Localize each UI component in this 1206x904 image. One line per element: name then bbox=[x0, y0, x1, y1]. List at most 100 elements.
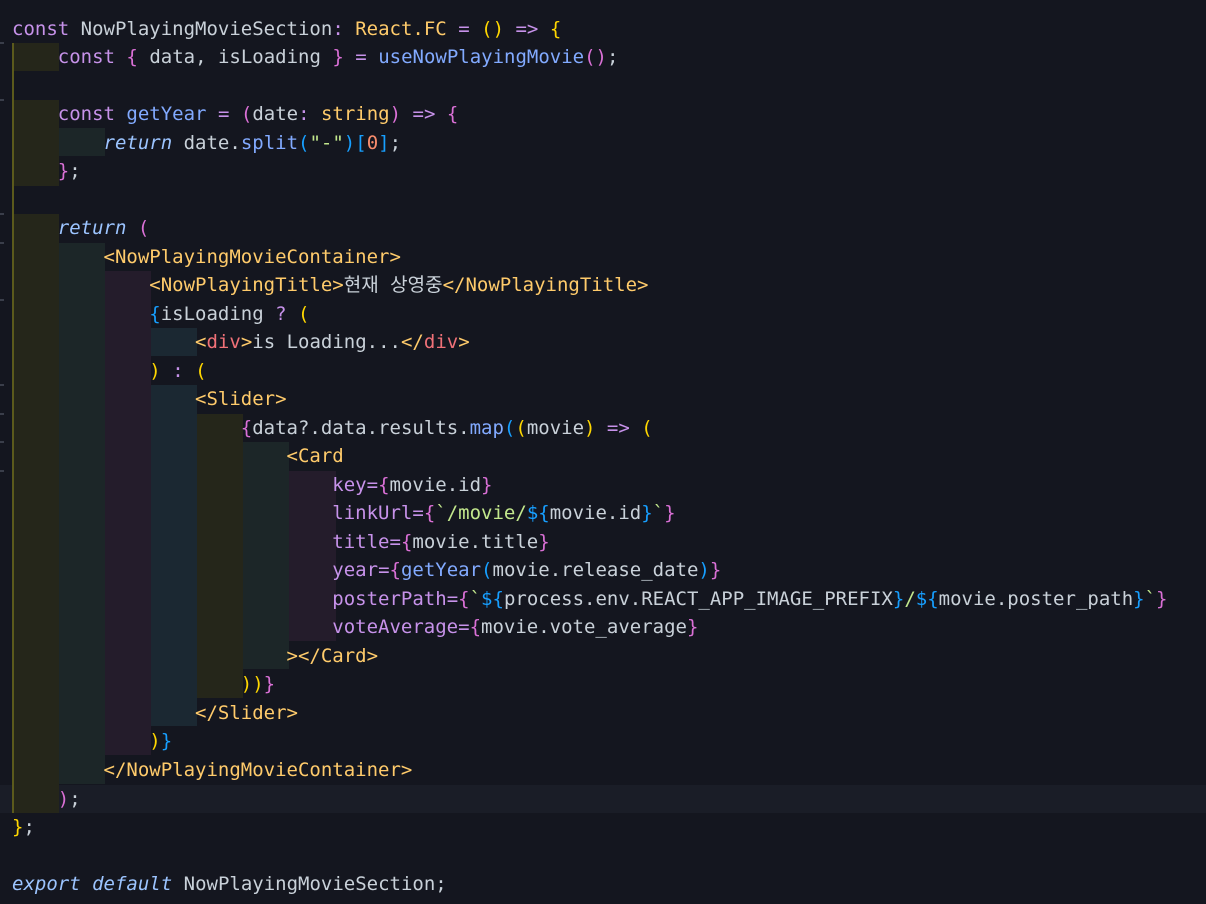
token: { bbox=[400, 531, 413, 553]
code-line-17[interactable]: key={movie.id} bbox=[12, 471, 492, 500]
token: = bbox=[366, 474, 379, 496]
code-line-16[interactable]: <Card bbox=[12, 442, 344, 471]
token: { bbox=[423, 502, 436, 524]
code-line-28[interactable]: ); bbox=[12, 785, 81, 814]
code-line-13[interactable]: ) : ( bbox=[12, 357, 206, 386]
fold-marker[interactable] bbox=[0, 470, 4, 472]
code-editor[interactable]: const NowPlayingMovieSection: React.FC =… bbox=[0, 0, 1206, 904]
token: { bbox=[389, 559, 401, 581]
token: } bbox=[892, 588, 905, 610]
token: } bbox=[1156, 588, 1168, 610]
token: ( bbox=[481, 559, 493, 581]
token: )) bbox=[240, 673, 264, 695]
token: NowPlayingMovieSection bbox=[80, 18, 333, 40]
token: <NowPlayingMovieContainer> bbox=[103, 246, 401, 268]
code-line-19[interactable]: title={movie.title} bbox=[12, 528, 549, 557]
token: { bbox=[549, 18, 562, 40]
token: { bbox=[458, 588, 470, 610]
token: = bbox=[446, 588, 459, 610]
code-line-31[interactable]: export default NowPlayingMovieSection; bbox=[12, 870, 447, 899]
code-line-25[interactable]: </Slider> bbox=[12, 699, 298, 728]
code-line-14[interactable]: <Slider> bbox=[12, 385, 287, 414]
fold-marker[interactable] bbox=[0, 299, 4, 301]
token: ; bbox=[435, 873, 447, 895]
token: data, isLoading bbox=[149, 46, 321, 68]
code-line-24[interactable]: ))} bbox=[12, 670, 275, 699]
token: ) bbox=[492, 18, 505, 40]
token: } bbox=[641, 502, 653, 524]
fold-marker[interactable] bbox=[0, 413, 4, 415]
token: useNowPlayingMovie bbox=[378, 46, 585, 68]
token: 현재 상영중 bbox=[343, 274, 443, 296]
code-line-11[interactable]: {isLoading ? ( bbox=[12, 300, 310, 329]
code-line-20[interactable]: year={getYear(movie.release_date)} bbox=[12, 556, 721, 585]
token: title bbox=[332, 531, 390, 553]
token: </ bbox=[400, 331, 424, 353]
code-line-21[interactable]: posterPath={`${process.env.REACT_APP_IMA… bbox=[12, 585, 1168, 614]
token: ` bbox=[1144, 588, 1157, 610]
fold-marker[interactable] bbox=[0, 384, 4, 386]
token: <NowPlayingTitle> bbox=[149, 274, 344, 296]
code-line-27[interactable]: </NowPlayingMovieContainer> bbox=[12, 756, 413, 785]
code-line-1[interactable]: const NowPlayingMovieSection: React.FC =… bbox=[12, 15, 561, 44]
token: => bbox=[515, 18, 539, 40]
code-line-5[interactable]: return date.split("-")[0]; bbox=[12, 129, 402, 158]
token: movie.title bbox=[412, 531, 539, 553]
token: ${ bbox=[481, 588, 504, 610]
token: { bbox=[378, 474, 390, 496]
token: isLoading bbox=[160, 303, 264, 325]
token: voteAverage bbox=[332, 616, 459, 638]
code-line-12[interactable]: <div>is Loading...</div> bbox=[12, 328, 470, 357]
token: } bbox=[57, 160, 70, 182]
token: data?.data.results. bbox=[252, 417, 470, 439]
code-line-10[interactable]: <NowPlayingTitle>현재 상영중</NowPlayingTitle… bbox=[12, 271, 648, 300]
token: ` bbox=[469, 588, 482, 610]
token: ( bbox=[298, 303, 310, 325]
token: getYear bbox=[400, 559, 482, 581]
token: <Card bbox=[286, 445, 344, 467]
token: linkUrl bbox=[332, 502, 413, 524]
token: ; bbox=[389, 132, 402, 154]
token: default bbox=[92, 873, 173, 895]
token: ` bbox=[435, 502, 447, 524]
code-line-23[interactable]: ></Card> bbox=[12, 642, 379, 671]
token: { bbox=[149, 303, 161, 325]
fold-marker[interactable] bbox=[0, 242, 4, 244]
token: ) bbox=[149, 360, 161, 382]
token: : bbox=[332, 18, 344, 40]
code-line-22[interactable]: voteAverage={movie.vote_average} bbox=[12, 613, 698, 642]
code-line-6[interactable]: }; bbox=[12, 157, 81, 186]
token: = bbox=[217, 103, 230, 125]
code-line-26[interactable]: )} bbox=[12, 727, 172, 756]
token: process.env.REACT_APP_IMAGE_PREFIX bbox=[503, 588, 893, 610]
code-line-2[interactable]: const { data, isLoading } = useNowPlayin… bbox=[12, 43, 619, 72]
code-line-18[interactable]: linkUrl={`/movie/${movie.id}`} bbox=[12, 499, 675, 528]
token: ) bbox=[149, 730, 161, 752]
token: ; bbox=[69, 788, 81, 810]
token: ( bbox=[503, 417, 516, 439]
code-line-29[interactable]: }; bbox=[12, 813, 35, 842]
token: ( bbox=[481, 18, 493, 40]
token: / bbox=[904, 588, 916, 610]
token: React.FC bbox=[355, 18, 447, 40]
fold-marker[interactable] bbox=[0, 441, 4, 443]
token: return bbox=[103, 132, 173, 154]
token: { bbox=[126, 46, 138, 68]
token: year bbox=[332, 559, 379, 581]
token: } bbox=[686, 616, 699, 638]
token: const bbox=[57, 103, 115, 125]
code-line-15[interactable]: {data?.data.results.map((movie) => ( bbox=[12, 414, 653, 443]
token: const bbox=[12, 18, 70, 40]
token: movie.id bbox=[549, 502, 642, 524]
token: > bbox=[458, 331, 470, 353]
code-line-9[interactable]: <NowPlayingMovieContainer> bbox=[12, 243, 401, 272]
code-line-4[interactable]: const getYear = (date: string) => { bbox=[12, 100, 459, 129]
fold-marker[interactable] bbox=[0, 213, 4, 215]
fold-marker[interactable] bbox=[0, 42, 4, 44]
fold-marker[interactable] bbox=[0, 99, 4, 101]
code-line-8[interactable]: return ( bbox=[12, 214, 150, 243]
token: NowPlayingMovieSection bbox=[183, 873, 436, 895]
token: } bbox=[709, 559, 722, 581]
token: [ bbox=[355, 132, 367, 154]
token: ></Card> bbox=[286, 645, 379, 667]
